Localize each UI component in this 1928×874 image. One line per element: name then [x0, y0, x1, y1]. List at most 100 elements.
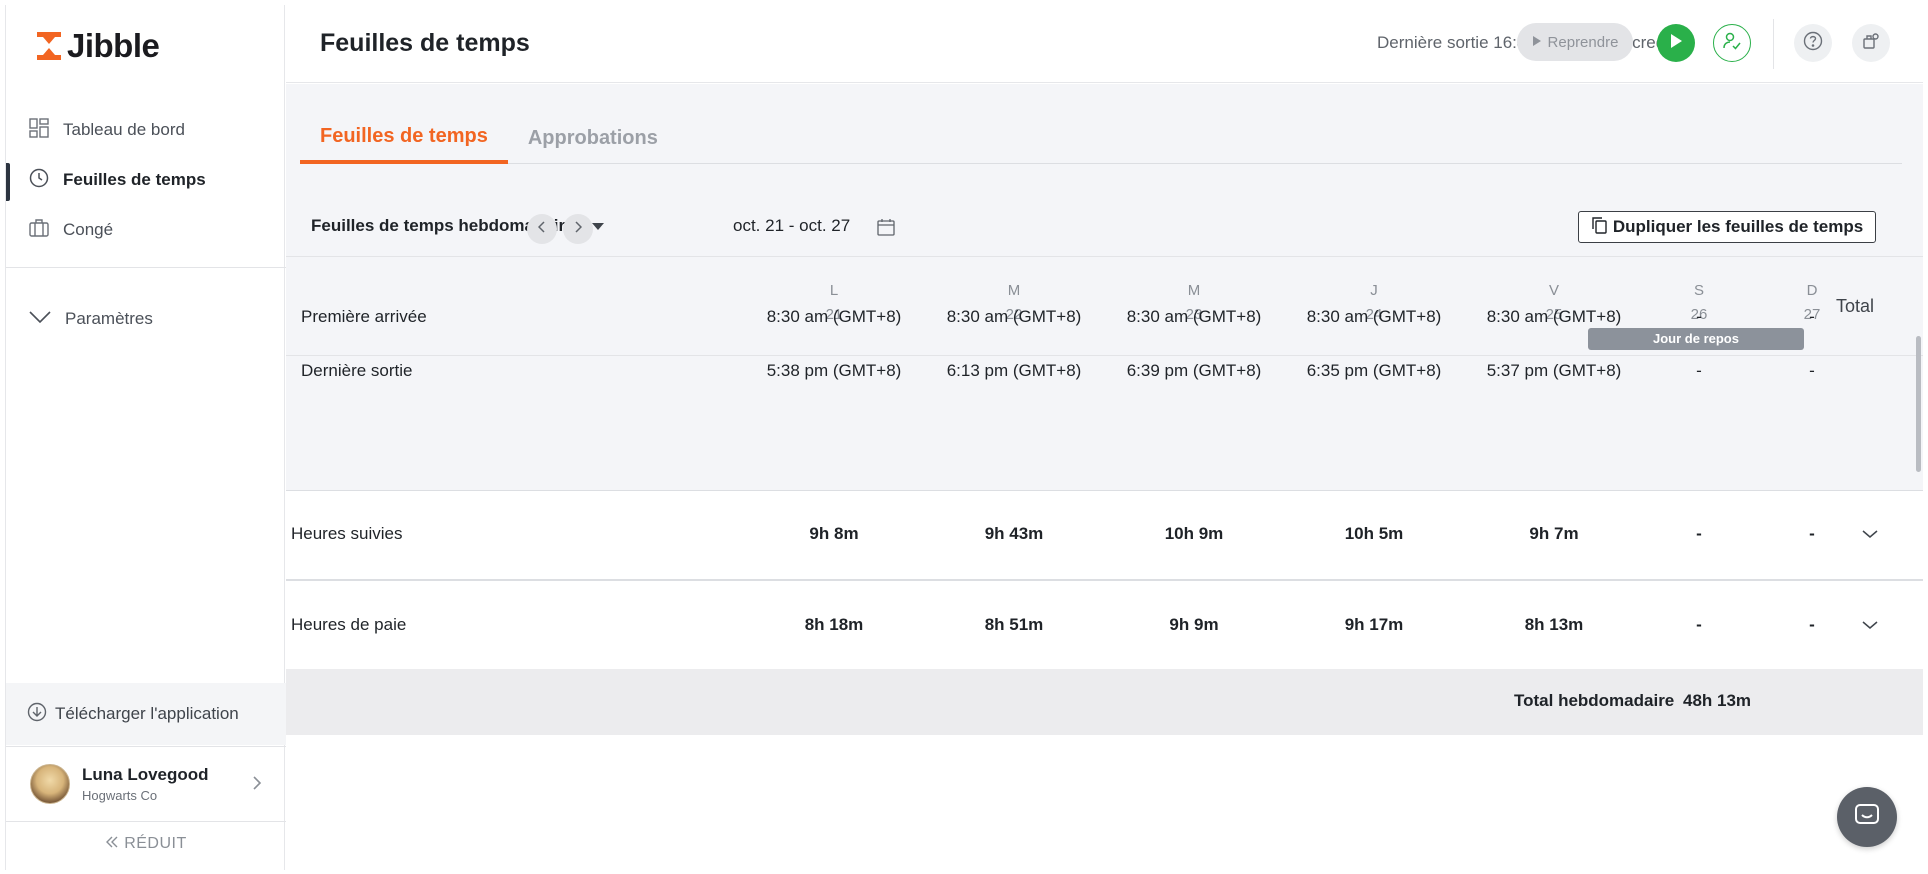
- download-icon: [27, 702, 47, 727]
- copy-icon: [1591, 216, 1607, 239]
- timesheet-toolbar: Feuilles de temps hebdomadaires oct. 21 …: [286, 202, 1923, 258]
- tracked-hours-cell: 10h 5m: [1344, 524, 1404, 543]
- avatar: [30, 764, 70, 804]
- scrollbar-thumb[interactable]: [1916, 336, 1921, 472]
- jibble-logo[interactable]: Jibble: [35, 27, 160, 65]
- resume-label: Reprendre: [1547, 33, 1619, 51]
- day-letter: L: [829, 282, 839, 299]
- organization-settings-button[interactable]: [1852, 24, 1890, 62]
- last-out-cell[interactable]: 5:38 pm (GMT+8): [744, 361, 924, 381]
- rest-day-badge: Jour de repos: [1588, 328, 1804, 350]
- period-type-dropdown[interactable]: Feuilles de temps hebdomadaires: [311, 216, 605, 236]
- user-profile-card[interactable]: Luna Lovegood Hogwarts Co: [6, 746, 286, 822]
- settings-gear-icon: [1861, 31, 1881, 56]
- duplicate-timesheets-button[interactable]: Dupliquer les feuilles de temps: [1578, 211, 1876, 243]
- header-divider-line: [286, 355, 1923, 356]
- page-title: Feuilles de temps: [320, 29, 530, 57]
- tracked-hours-cell: 10h 9m: [1164, 524, 1224, 543]
- tab-approvals[interactable]: Approbations: [508, 112, 678, 164]
- top-header: Feuilles de temps Dernière sortie 16:41,…: [286, 5, 1923, 83]
- sidebar-settings-section: Paramètres: [6, 294, 286, 344]
- sidebar-item-leave[interactable]: Congé: [6, 205, 286, 255]
- collapse-sidebar-button[interactable]: RÉDUIT: [6, 835, 286, 853]
- day-letter: S: [1693, 282, 1704, 299]
- day-letter: J: [1370, 282, 1378, 299]
- sidebar-item-label: Tableau de bord: [63, 120, 185, 139]
- sidebar-divider: [6, 267, 286, 268]
- expand-payroll-hours-button[interactable]: [1860, 616, 1880, 636]
- row-label-first-in: Première arrivée: [301, 307, 427, 326]
- clock-in-play-button[interactable]: [1657, 24, 1695, 62]
- sidebar: Jibble Tableau de bord Feuilles de temps…: [5, 5, 286, 870]
- row-label-last-out: Dernière sortie: [301, 361, 413, 380]
- row-label-tracked-hours: Heures suivies: [291, 524, 403, 543]
- payroll-hours-cell: 9h 17m: [1344, 615, 1404, 634]
- calendar-icon[interactable]: [877, 218, 895, 241]
- collapse-label: RÉDUIT: [124, 835, 187, 852]
- dashboard-icon: [29, 117, 49, 143]
- duplicate-label: Dupliquer les feuilles de temps: [1612, 217, 1864, 236]
- double-chevron-left-icon: [105, 835, 124, 852]
- sidebar-item-label: Feuilles de temps: [63, 170, 206, 189]
- user-name: Luna Lovegood: [82, 765, 209, 784]
- last-out-cell[interactable]: 6:13 pm (GMT+8): [924, 361, 1104, 381]
- tracked-hours-cell: 9h 8m: [809, 524, 859, 543]
- chevron-right-icon: [252, 775, 262, 796]
- tabs: Feuilles de temps Approbations: [300, 112, 1902, 164]
- payroll-hours-cell: 8h 51m: [984, 615, 1044, 634]
- tracked-hours-cell: 9h 43m: [984, 524, 1044, 543]
- clock-in-member-button[interactable]: [1713, 24, 1751, 62]
- download-app-button[interactable]: Télécharger l'application: [6, 683, 286, 745]
- last-out-cell[interactable]: 6:39 pm (GMT+8): [1104, 361, 1284, 381]
- play-small-icon: [1532, 34, 1542, 51]
- first-in-cell[interactable]: 8:30 am (GMT+8): [924, 307, 1104, 327]
- first-in-cell[interactable]: 8:30 am (GMT+8): [1284, 307, 1464, 327]
- row-label-payroll-hours: Heures de paie: [291, 615, 407, 634]
- main-content: Feuilles de temps Approbations Feuilles …: [286, 84, 1923, 870]
- first-in-cell[interactable]: 8:30 am (GMT+8): [744, 307, 924, 327]
- sidebar-item-timesheets[interactable]: Feuilles de temps: [6, 155, 286, 205]
- user-text: Luna Lovegood Hogwarts Co: [82, 765, 209, 803]
- payroll-hours-cell: 8h 18m: [804, 615, 864, 634]
- day-letter: V: [1548, 282, 1559, 299]
- chevron-left-icon: [537, 220, 546, 238]
- date-range: oct. 21 - oct. 27: [733, 216, 851, 235]
- app-root: Jibble Tableau de bord Feuilles de temps…: [0, 0, 1928, 874]
- header-divider: [1773, 19, 1774, 69]
- section-divider: [286, 490, 1923, 491]
- last-out-cell: -: [1809, 361, 1815, 380]
- caret-down-icon: [592, 216, 605, 236]
- day-letter: M: [1187, 282, 1201, 299]
- resume-button[interactable]: Reprendre: [1517, 23, 1633, 61]
- help-button[interactable]: [1794, 24, 1832, 62]
- sidebar-item-settings[interactable]: Paramètres: [6, 294, 286, 344]
- user-check-icon: [1722, 31, 1742, 56]
- chat-icon: [1854, 803, 1880, 832]
- tab-timesheets[interactable]: Feuilles de temps: [300, 112, 508, 164]
- support-chat-button[interactable]: [1837, 787, 1897, 847]
- first-in-cell[interactable]: 8:30 am (GMT+8): [1104, 307, 1284, 327]
- weekly-total-value: 48h 13m: [1683, 691, 1752, 710]
- sidebar-nav: Tableau de bord Feuilles de temps Congé: [6, 105, 286, 255]
- weekly-total-label: Total hebdomadaire: [1514, 691, 1675, 710]
- hourglass-logo-icon: [35, 30, 63, 62]
- day-letter: M: [1007, 282, 1021, 299]
- weekly-total-bar: Total hebdomadaire 48h 13m: [286, 669, 1923, 735]
- chevron-down-icon: [29, 309, 51, 329]
- logo-text: Jibble: [67, 27, 160, 64]
- suitcase-icon: [29, 218, 49, 243]
- toolbar-divider: [286, 256, 1923, 257]
- sidebar-item-label: Paramètres: [65, 309, 153, 328]
- play-icon: [1669, 33, 1683, 54]
- user-org: Hogwarts Co: [82, 788, 158, 803]
- chevron-down-icon: [1862, 526, 1878, 544]
- sidebar-item-dashboard[interactable]: Tableau de bord: [6, 105, 286, 155]
- next-week-button[interactable]: [563, 214, 593, 244]
- expand-tracked-hours-button[interactable]: [1860, 525, 1880, 545]
- last-out-cell[interactable]: 6:35 pm (GMT+8): [1284, 361, 1464, 381]
- sidebar-item-label: Congé: [63, 220, 114, 239]
- row-divider: [286, 579, 1923, 581]
- help-icon: [1803, 31, 1823, 56]
- chevron-right-icon: [574, 220, 583, 238]
- previous-week-button[interactable]: [527, 214, 557, 244]
